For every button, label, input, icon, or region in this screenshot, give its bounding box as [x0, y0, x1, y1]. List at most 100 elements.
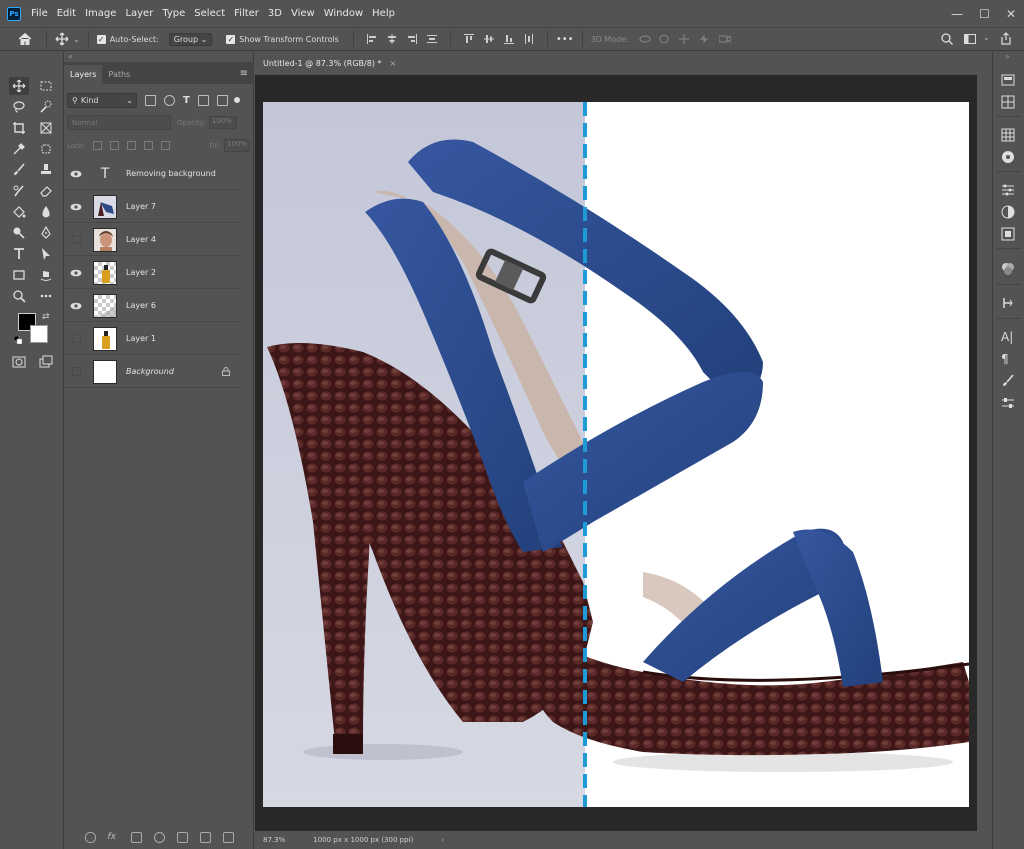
menu-layer[interactable]: Layer: [125, 8, 153, 19]
align-middle-icon[interactable]: [483, 34, 494, 44]
move-tool-icon[interactable]: [9, 77, 29, 95]
channels-icon[interactable]: [1001, 227, 1015, 241]
distribute-icon[interactable]: [426, 34, 437, 44]
lock-image-icon[interactable]: [110, 141, 120, 150]
type-tool-icon[interactable]: [9, 245, 29, 263]
fill-input[interactable]: 100%: [224, 139, 250, 152]
brush-settings-icon[interactable]: [1001, 374, 1015, 388]
3d-icon[interactable]: [1001, 262, 1015, 276]
zoom-level[interactable]: 87.3%: [263, 836, 285, 844]
document-tab[interactable]: Untitled-1 @ 87.3% (RGB/8) * ×: [255, 52, 411, 74]
adjustments-icon[interactable]: [1001, 183, 1015, 197]
paragraph-icon[interactable]: ¶: [1001, 352, 1015, 366]
background-color-swatch[interactable]: [30, 325, 48, 343]
filter-toggle-icon[interactable]: [233, 97, 240, 103]
more-tools-icon[interactable]: [36, 287, 56, 305]
menu-file[interactable]: File: [31, 8, 48, 19]
patch-tool-icon[interactable]: [36, 140, 56, 158]
lock-artboard-icon[interactable]: [144, 141, 154, 150]
pen-tool-icon[interactable]: [36, 224, 56, 242]
marquee-tool-icon[interactable]: [36, 77, 56, 95]
auto-select-target-dropdown[interactable]: Group ⌄: [168, 32, 213, 46]
chevron-down-icon[interactable]: ⌄: [73, 35, 80, 44]
brush-tool-icon[interactable]: [9, 161, 29, 179]
character-icon[interactable]: A|: [1001, 330, 1015, 344]
new-group-icon[interactable]: [176, 831, 188, 843]
auto-select-checkbox[interactable]: ✓: [96, 34, 106, 44]
blend-mode-dropdown[interactable]: Normal: [67, 115, 171, 130]
collapse-panel-icon[interactable]: «: [68, 52, 73, 61]
menu-window[interactable]: Window: [324, 8, 363, 19]
close-button[interactable]: ✕: [1006, 7, 1016, 21]
stamp-tool-icon[interactable]: [36, 161, 56, 179]
paint-bucket-tool-icon[interactable]: [9, 203, 29, 221]
move-tool-icon[interactable]: [55, 32, 69, 46]
eye-icon[interactable]: [67, 367, 85, 376]
chevron-down-icon[interactable]: ⌄: [983, 33, 990, 42]
align-center-icon[interactable]: [387, 34, 397, 44]
history-brush-tool-icon[interactable]: [9, 182, 29, 200]
menu-edit[interactable]: Edit: [57, 8, 76, 19]
menu-filter[interactable]: Filter: [234, 8, 259, 19]
tool-presets-icon[interactable]: [1001, 396, 1015, 410]
filter-type-icon[interactable]: T: [183, 95, 190, 106]
layer-row[interactable]: Layer 7: [64, 191, 242, 223]
libraries-icon[interactable]: [1001, 95, 1015, 109]
swap-colors-icon[interactable]: ⇄: [42, 312, 50, 322]
tab-layers[interactable]: Layers: [64, 65, 103, 84]
dodge-tool-icon[interactable]: [9, 224, 29, 242]
menu-view[interactable]: View: [291, 8, 315, 19]
layer-row[interactable]: T Removing background: [64, 158, 242, 190]
menu-3d[interactable]: 3D: [268, 8, 282, 19]
default-colors-icon[interactable]: [14, 336, 22, 344]
eraser-tool-icon[interactable]: [36, 182, 56, 200]
filter-pixel-icon[interactable]: [145, 94, 156, 106]
layer-row[interactable]: Background: [64, 356, 242, 388]
menu-image[interactable]: Image: [85, 8, 116, 19]
align-bottom-icon[interactable]: [503, 34, 514, 44]
layer-row[interactable]: Layer 6: [64, 290, 242, 322]
eyedropper-tool-icon[interactable]: [9, 140, 29, 158]
align-left-icon[interactable]: [366, 34, 377, 44]
lock-transparent-icon[interactable]: [93, 141, 103, 150]
properties-icon[interactable]: [1001, 73, 1015, 87]
quick-mask-icon[interactable]: [9, 353, 29, 371]
lock-position-icon[interactable]: [127, 141, 137, 150]
opacity-input[interactable]: 100%: [208, 116, 237, 129]
eye-icon[interactable]: [67, 170, 85, 178]
close-tab-icon[interactable]: ×: [389, 59, 396, 68]
eye-icon[interactable]: [67, 269, 85, 277]
rectangle-tool-icon[interactable]: [9, 266, 29, 284]
eye-icon[interactable]: [67, 203, 85, 211]
search-icon[interactable]: [941, 33, 953, 45]
fx-icon[interactable]: fx: [108, 832, 119, 843]
share-icon[interactable]: [1000, 32, 1012, 45]
collapse-panel-icon[interactable]: »: [1005, 52, 1010, 61]
zoom-tool-icon[interactable]: [9, 287, 29, 305]
status-menu-icon[interactable]: ›: [441, 836, 444, 844]
layer-row[interactable]: Layer 2: [64, 257, 242, 289]
delete-layer-icon[interactable]: [222, 831, 234, 843]
color-icon[interactable]: [1001, 150, 1015, 164]
menu-help[interactable]: Help: [372, 8, 395, 19]
show-transform-checkbox[interactable]: ✓: [226, 34, 236, 44]
menu-type[interactable]: Type: [162, 8, 185, 19]
3d-camera-icon[interactable]: [718, 34, 731, 44]
filter-adjustment-icon[interactable]: [164, 94, 175, 106]
rotate-view-tool-icon[interactable]: [36, 266, 56, 284]
frame-tool-icon[interactable]: [36, 119, 56, 137]
align-top-icon[interactable]: [463, 34, 474, 44]
styles-icon[interactable]: [1001, 205, 1015, 219]
layer-row[interactable]: Layer 4: [64, 224, 242, 256]
minimize-button[interactable]: —: [951, 7, 963, 21]
3d-slide-icon[interactable]: [699, 34, 709, 44]
add-mask-icon[interactable]: [130, 831, 142, 843]
more-options-button[interactable]: •••: [556, 34, 574, 45]
filter-shape-icon[interactable]: [197, 94, 209, 106]
3d-drag-icon[interactable]: [678, 34, 689, 44]
filter-smart-object-icon[interactable]: [216, 94, 228, 106]
screen-mode-icon[interactable]: [36, 353, 56, 371]
layer-row[interactable]: Layer 1: [64, 323, 242, 355]
link-layers-icon[interactable]: [84, 831, 96, 843]
distribute-vertical-icon[interactable]: [524, 34, 534, 44]
